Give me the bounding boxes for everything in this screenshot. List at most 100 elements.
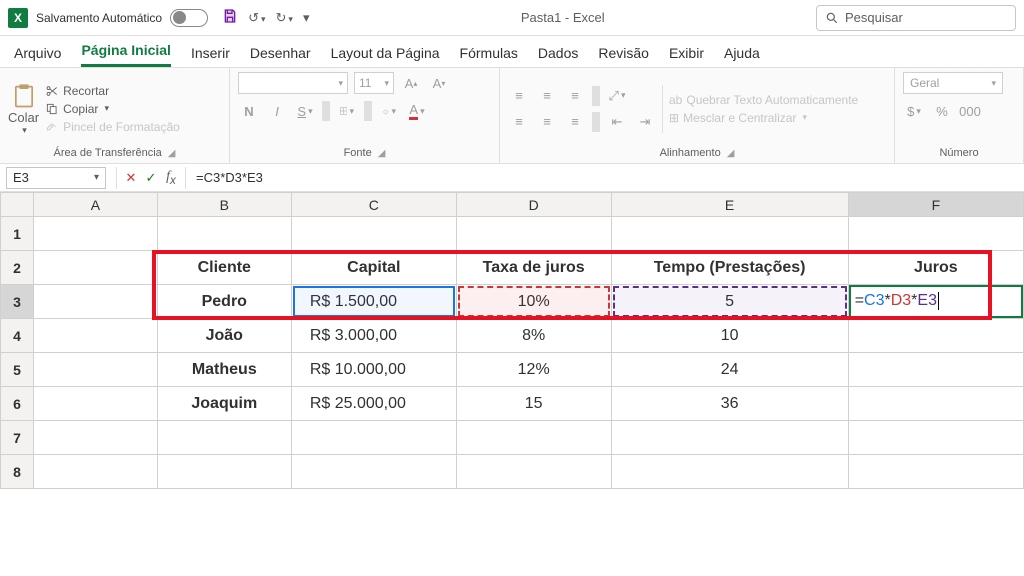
name-box-value: E3: [13, 170, 29, 185]
header-capital[interactable]: Capital: [291, 251, 456, 285]
cell-F4[interactable]: [848, 319, 1023, 353]
cell-B6[interactable]: Joaquim: [157, 387, 291, 421]
cell-D6[interactable]: 15: [456, 387, 611, 421]
cancel-formula-button[interactable]: ✕: [121, 170, 141, 186]
tab-layout[interactable]: Layout da Página: [331, 39, 440, 67]
row-header-8[interactable]: 8: [1, 455, 34, 489]
col-header-F[interactable]: F: [848, 193, 1023, 217]
redo-button[interactable]: ↻▾: [276, 10, 293, 26]
underline-button[interactable]: S▾: [294, 100, 316, 122]
cell-B3[interactable]: Pedro: [157, 285, 291, 319]
cell-F3-editing[interactable]: =C3*D3*E3: [848, 285, 1023, 319]
autosave-toggle[interactable]: [170, 9, 208, 27]
header-cliente[interactable]: Cliente: [157, 251, 291, 285]
tab-revisao[interactable]: Revisão: [598, 39, 649, 67]
header-juros[interactable]: Juros: [848, 251, 1023, 285]
font-color-button[interactable]: A▾: [406, 100, 428, 122]
quick-access-toolbar: ↺▾ ↻▾ ▾: [222, 8, 309, 27]
decrease-font-size[interactable]: A▾: [428, 72, 450, 94]
clipboard-dialog-launcher[interactable]: ◢: [168, 148, 176, 159]
alignment-dialog-launcher[interactable]: ◢: [727, 148, 735, 159]
insert-function-button[interactable]: fx: [161, 168, 181, 187]
copy-button[interactable]: Copiar▾: [45, 102, 180, 116]
tab-desenhar[interactable]: Desenhar: [250, 39, 311, 67]
cell-C6[interactable]: R$ 25.000,00: [291, 387, 456, 421]
font-name-selector[interactable]: ▾: [238, 72, 348, 94]
row-5: 5 Matheus R$ 10.000,00 12% 24: [1, 353, 1024, 387]
col-header-C[interactable]: C: [291, 193, 456, 217]
worksheet-grid[interactable]: A B C D E F 1 2 Cliente Capital Taxa de …: [0, 192, 1024, 489]
align-left[interactable]: ≡: [508, 111, 530, 133]
merge-center-button[interactable]: ⊞ Mesclar e Centralizar▾: [669, 111, 858, 125]
borders-button[interactable]: ▾: [336, 100, 358, 122]
cell-E6[interactable]: 36: [611, 387, 848, 421]
wrap-text-button[interactable]: ab Quebrar Texto Automaticamente: [669, 93, 858, 107]
row-header-6[interactable]: 6: [1, 387, 34, 421]
fill-color-button[interactable]: ▾: [378, 100, 400, 122]
select-all-corner[interactable]: [1, 193, 34, 217]
cell-E5[interactable]: 24: [611, 353, 848, 387]
tab-formulas[interactable]: Fórmulas: [460, 39, 518, 67]
increase-indent[interactable]: ⇥: [634, 111, 656, 133]
cell-E3[interactable]: 5: [611, 285, 848, 319]
cell-F6[interactable]: [848, 387, 1023, 421]
row-header-2[interactable]: 2: [1, 251, 34, 285]
align-bottom[interactable]: ≡: [564, 85, 586, 107]
align-center[interactable]: ≡: [536, 111, 558, 133]
comma-format[interactable]: 000: [959, 100, 981, 122]
format-painter-button[interactable]: Pincel de Formatação: [45, 120, 180, 134]
italic-button[interactable]: I: [266, 100, 288, 122]
col-header-A[interactable]: A: [34, 193, 158, 217]
align-middle[interactable]: ≡: [536, 85, 558, 107]
row-header-7[interactable]: 7: [1, 421, 34, 455]
qat-customize[interactable]: ▾: [303, 10, 310, 26]
cell-D4[interactable]: 8%: [456, 319, 611, 353]
col-header-E[interactable]: E: [611, 193, 848, 217]
tab-ajuda[interactable]: Ajuda: [724, 39, 760, 67]
tab-arquivo[interactable]: Arquivo: [14, 39, 61, 67]
accept-formula-button[interactable]: ✓: [141, 170, 161, 186]
header-tempo[interactable]: Tempo (Prestações): [611, 251, 848, 285]
cell-C4[interactable]: R$ 3.000,00: [291, 319, 456, 353]
cell-F5[interactable]: [848, 353, 1023, 387]
bold-button[interactable]: N: [238, 100, 260, 122]
paintbrush-icon: [45, 120, 59, 134]
cell-E4[interactable]: 10: [611, 319, 848, 353]
decrease-indent[interactable]: ⇤: [606, 111, 628, 133]
cell-C5[interactable]: R$ 10.000,00: [291, 353, 456, 387]
font-size-selector[interactable]: 11▾: [354, 72, 394, 94]
tab-inserir[interactable]: Inserir: [191, 39, 230, 67]
cell-C3[interactable]: R$ 1.500,00: [291, 285, 456, 319]
cell-B5[interactable]: Matheus: [157, 353, 291, 387]
tab-exibir[interactable]: Exibir: [669, 39, 704, 67]
paste-button[interactable]: Colar ▾: [8, 82, 39, 136]
row-header-3[interactable]: 3: [1, 285, 34, 319]
number-format-selector[interactable]: Geral▾: [903, 72, 1003, 94]
orientation-button[interactable]: ⤢▾: [606, 85, 628, 107]
save-icon[interactable]: [222, 8, 238, 27]
formula-input[interactable]: =C3*D3*E3: [190, 170, 1024, 185]
accounting-format[interactable]: $▾: [903, 100, 925, 122]
cut-button[interactable]: Recortar: [45, 84, 180, 98]
cell-D5[interactable]: 12%: [456, 353, 611, 387]
col-header-B[interactable]: B: [157, 193, 291, 217]
row-header-4[interactable]: 4: [1, 319, 34, 353]
header-taxa[interactable]: Taxa de juros: [456, 251, 611, 285]
tab-pagina-inicial[interactable]: Página Inicial: [81, 36, 170, 67]
percent-format[interactable]: %: [931, 100, 953, 122]
align-right[interactable]: ≡: [564, 111, 586, 133]
align-top[interactable]: ≡: [508, 85, 530, 107]
name-box[interactable]: E3 ▾: [6, 167, 106, 189]
row-header-5[interactable]: 5: [1, 353, 34, 387]
row-header-1[interactable]: 1: [1, 217, 34, 251]
font-dialog-launcher[interactable]: ◢: [378, 148, 386, 159]
increase-font-size[interactable]: A▴: [400, 72, 422, 94]
row-4: 4 João R$ 3.000,00 8% 10: [1, 319, 1024, 353]
tab-dados[interactable]: Dados: [538, 39, 578, 67]
col-header-D[interactable]: D: [456, 193, 611, 217]
copy-label: Copiar: [63, 102, 98, 116]
undo-button[interactable]: ↺▾: [248, 10, 265, 26]
cell-D3[interactable]: 10%: [456, 285, 611, 319]
cell-B4[interactable]: João: [157, 319, 291, 353]
search-box[interactable]: Pesquisar: [816, 5, 1016, 31]
